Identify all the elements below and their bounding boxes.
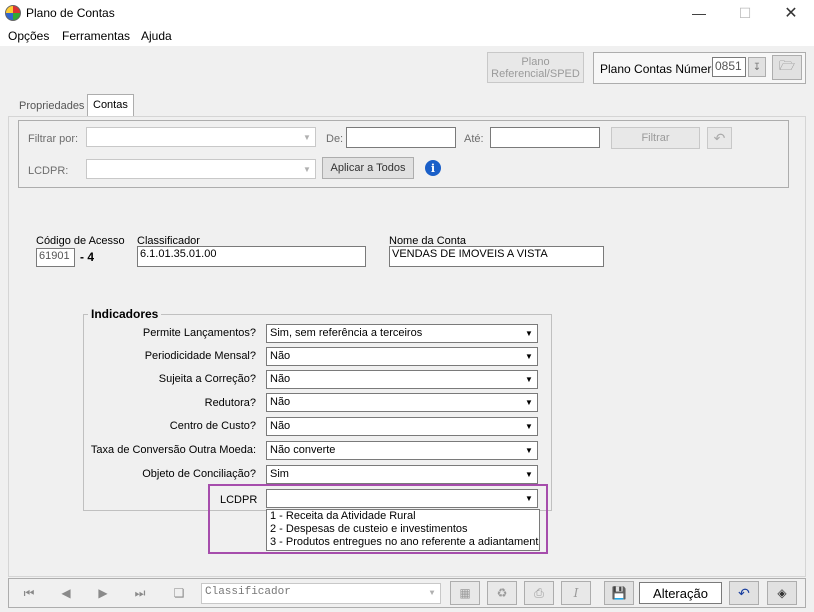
permite-lancamentos-label: Permite Lançamentos? [142,327,256,339]
binoculars-icon[interactable]: ◈ [767,581,797,605]
filtrar-por-combo[interactable]: ▼ [86,127,316,147]
first-record-icon[interactable]: ⏮ [11,581,47,605]
info-icon[interactable]: i [425,160,441,176]
close-button[interactable]: ✕ [768,0,814,26]
redutora-combo[interactable]: Não ▼ [266,393,538,412]
ate-label: Até: [464,133,484,145]
centro-custo-label: Centro de Custo? [169,420,256,432]
print-icon[interactable]: ⎙ [524,581,554,605]
chevron-down-icon: ▼ [429,589,435,598]
window-title: Plano de Contas [26,6,115,20]
lcdpr-filter-combo[interactable]: ▼ [86,159,316,179]
de-label: De: [326,133,344,145]
centro-custo-combo[interactable]: Não ▼ [266,417,538,436]
copy-icon[interactable]: ❏ [162,581,196,605]
open-folder-icon[interactable]: 🗁 [772,55,802,80]
permite-lancamentos-combo[interactable]: Sim, sem referência a terceiros ▼ [266,324,538,343]
chevron-down-icon: ▼ [303,164,311,174]
lcdpr-filter-label: LCDPR: [28,165,69,177]
objeto-conciliacao-combo[interactable]: Sim ▼ [266,465,538,484]
chevron-down-icon: ▼ [525,398,533,407]
previous-record-icon[interactable]: ◀ [48,581,84,605]
copy-record-icon[interactable]: ▦ [450,581,480,605]
nome-conta-field[interactable]: VENDAS DE IMOVEIS A VISTA [389,246,604,267]
mode-field: Alteração [639,582,722,604]
codigo-acesso-label: Código de Acesso [36,235,125,247]
plano-numero-label: Plano Contas Número [600,62,719,76]
menu-opcoes[interactable]: Opções [8,29,49,43]
maximize-button[interactable]: ☐ [722,0,768,26]
sort-combo[interactable]: Classificador ▼ [201,583,441,604]
menu-ajuda[interactable]: Ajuda [141,29,172,43]
chevron-down-icon: ▼ [525,446,533,455]
lcdpr-dropdown-list: 1 - Receita da Atividade Rural 2 - Despe… [266,509,540,551]
next-record-icon[interactable]: ▶ [85,581,121,605]
chevron-down-icon: ▼ [525,375,533,384]
undo-icon[interactable]: ↶ [729,581,759,605]
lcdpr-option[interactable]: 3 - Produtos entregues no ano referente … [270,536,539,549]
filtrar-por-label: Filtrar por: [28,133,79,145]
chevron-down-icon: ▼ [303,132,311,142]
undo-filter-icon[interactable]: ↶ [707,127,732,149]
last-record-icon[interactable]: ⏭ [122,581,158,605]
lcdpr-label: LCDPR [220,494,258,506]
plano-referencial-button[interactable]: Plano Referencial/SPED [487,52,584,83]
taxa-conversao-label: Taxa de Conversão Outra Moeda: [90,444,256,456]
download-icon[interactable]: ↧ [748,57,766,77]
indicadores-title: Indicadores [88,307,162,321]
de-field[interactable] [346,127,456,148]
codigo-digit: - 4 [80,250,95,264]
menu-ferramentas[interactable]: Ferramentas [62,29,130,43]
codigo-acesso-field[interactable]: 61901 [36,248,75,267]
sujeita-correcao-label: Sujeita a Correção? [158,373,256,385]
chevron-down-icon: ▼ [525,329,533,338]
save-icon[interactable]: 💾 [604,581,634,605]
chevron-down-icon: ▼ [525,494,533,503]
ate-field[interactable] [490,127,600,148]
objeto-conciliacao-label: Objeto de Conciliação? [142,468,256,480]
chevron-down-icon: ▼ [525,352,533,361]
filtrar-button[interactable]: Filtrar [611,127,700,149]
taxa-conversao-combo[interactable]: Não converte ▼ [266,441,538,460]
tab-contas[interactable]: Contas [87,94,134,116]
lcdpr-option[interactable]: 1 - Receita da Atividade Rural [270,510,539,523]
lcdpr-option[interactable]: 2 - Despesas de custeio e investimentos [270,523,539,536]
redutora-label: Redutora? [204,397,256,409]
delete-icon[interactable]: ♻ [487,581,517,605]
tab-propriedades[interactable]: Propriedades [14,96,89,116]
periodicidade-mensal-combo[interactable]: Não ▼ [266,347,538,366]
periodicidade-mensal-label: Periodicidade Mensal? [144,350,256,362]
classificador-field[interactable]: 6.1.01.35.01.00 [137,246,366,267]
aplicar-a-todos-button[interactable]: Aplicar a Todos [322,157,414,179]
chevron-down-icon: ▼ [525,422,533,431]
minimize-button[interactable]: — [676,0,722,26]
chevron-down-icon: ▼ [525,470,533,479]
plano-numero-field[interactable]: 0851 [712,57,746,77]
app-icon [5,5,21,21]
sujeita-correcao-combo[interactable]: Não ▼ [266,370,538,389]
lcdpr-combo[interactable]: ▼ [266,489,538,508]
italic-icon[interactable]: I [561,581,591,605]
